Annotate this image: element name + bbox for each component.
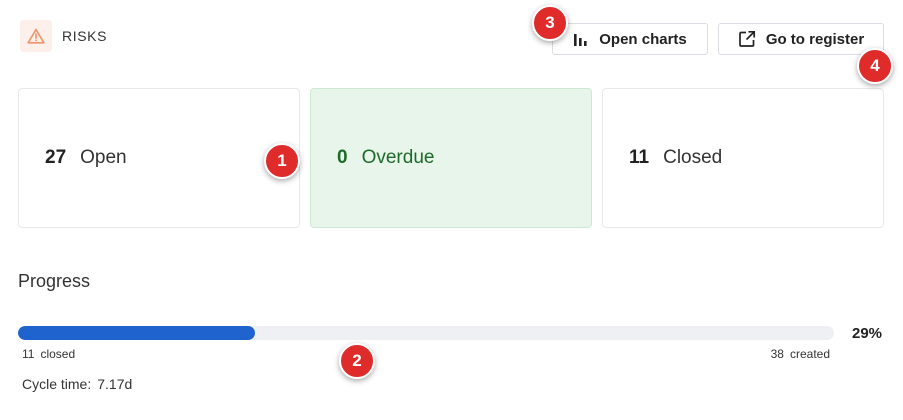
annotation-marker-4: 4 [857, 48, 893, 84]
go-to-register-button[interactable]: Go to register [718, 23, 884, 55]
annotation-marker-3: 3 [532, 5, 568, 41]
external-link-icon [738, 30, 755, 47]
overdue-label: Overdue [361, 147, 435, 168]
cycle-time-label: Cycle time: [22, 376, 92, 392]
cycle-time: Cycle time: 7.17d [22, 376, 132, 392]
widget-title: RISKS [62, 28, 108, 44]
created-summary-count: 38 [770, 347, 784, 361]
closed-count: 11 [629, 147, 650, 168]
closed-summary-label: closed [40, 347, 76, 361]
widget-header: RISKS [20, 20, 107, 52]
progress-track [18, 326, 834, 340]
warning-triangle-icon [20, 20, 52, 52]
overdue-count: 0 [337, 147, 348, 168]
open-charts-button[interactable]: Open charts [552, 23, 708, 55]
closed-summary: 11 closed [22, 347, 75, 361]
closed-summary-count: 11 [22, 347, 35, 361]
go-to-register-label: Go to register [765, 30, 865, 48]
closed-count-card[interactable]: 11 Closed [602, 88, 884, 228]
created-summary: 38 created [771, 347, 830, 361]
progress-percent: 29% [852, 325, 883, 342]
annotation-marker-1: 1 [264, 143, 300, 179]
open-charts-label: Open charts [599, 30, 687, 48]
annotation-marker-2: 2 [339, 343, 375, 379]
created-summary-label: created [789, 347, 830, 361]
open-count: 27 [45, 147, 67, 168]
bar-chart-icon [574, 34, 587, 46]
progress-title: Progress [18, 271, 91, 291]
open-label: Open [80, 147, 127, 168]
cycle-time-value: 7.17d [97, 376, 133, 392]
overdue-count-card[interactable]: 0 Overdue [310, 88, 592, 228]
progress-fill [18, 326, 255, 340]
open-count-card[interactable]: 27 Open [18, 88, 300, 228]
closed-label: Closed [663, 147, 723, 168]
